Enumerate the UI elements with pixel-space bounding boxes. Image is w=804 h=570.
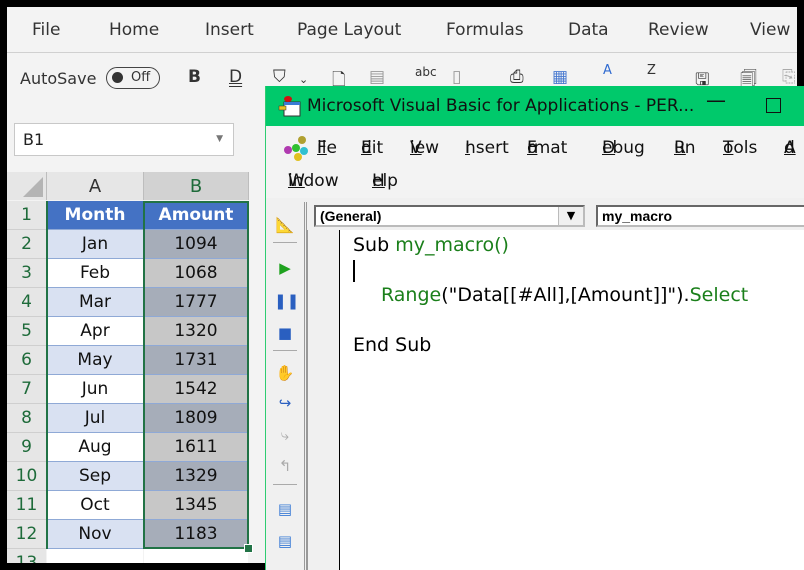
procedure-combo[interactable]: my_macro [596,205,804,227]
run-icon[interactable]: ▶ [274,257,296,279]
vba-title: Microsoft Visual Basic for Applications … [307,96,695,116]
immediate-window-icon[interactable]: ▤ [274,530,296,552]
autosave-state: Off [131,70,151,85]
row-header[interactable]: 9 [7,433,46,462]
clipboard-icon[interactable]: ⎙ [510,67,524,87]
tab-page-layout[interactable]: Page Layout [297,20,401,40]
double-underline-icon[interactable]: D [229,67,242,87]
cell-month[interactable]: Apr [47,317,143,346]
paste-icon[interactable]: ⎘ [782,67,796,87]
toolbar-separator [273,350,297,351]
sheet-icon[interactable]: ▯ [452,67,461,87]
row-header[interactable]: 1 [7,201,46,230]
name-box[interactable]: B1 ▼ [14,123,234,156]
selection-outline [143,201,249,549]
row-header[interactable]: 6 [7,346,46,375]
vba-app-icon [278,96,301,117]
cell-month[interactable]: Jan [47,230,143,259]
column-header-b[interactable]: B [144,172,249,200]
table-header-month[interactable]: Month [47,201,143,230]
row-header[interactable]: 2 [7,230,46,259]
design-mode-icon[interactable]: 📐 [274,214,296,236]
row-header[interactable]: 11 [7,491,46,520]
vba-title-bar: Microsoft Visual Basic for Applications … [266,86,804,126]
tab-view[interactable]: View [750,20,790,40]
tab-home[interactable]: Home [109,20,159,40]
cell-month[interactable]: May [47,346,143,375]
hand-icon[interactable]: ✋ [274,362,296,384]
row-header[interactable]: 7 [7,375,46,404]
maximize-button[interactable] [766,98,781,113]
cell-month[interactable]: Nov [47,520,143,549]
sort-az-icon[interactable]: A [603,63,612,78]
column-header-a[interactable]: A [47,172,144,200]
spelling-icon[interactable]: abc [415,65,437,79]
sort-za-icon[interactable]: Z [647,63,656,78]
procedure-combo-value: my_macro [602,208,673,224]
autosave-label: AutoSave [20,69,97,88]
debug-toolbar: 📐 ▶ ❚❚ ■ ✋ ↪ ⤷ ↰ ▤ ▤ [266,202,307,570]
chevron-down-icon[interactable]: ⌄ [299,73,308,86]
vba-editor-window: Microsoft Visual Basic for Applications … [265,86,804,570]
chevron-down-icon[interactable]: ▼ [216,134,223,144]
toggle-knob [112,72,123,83]
minimize-button[interactable]: — [706,88,726,112]
object-combo[interactable]: (General) ▼ [314,205,585,227]
code-line-3: Range("Data[[#All],[Amount]]").Select [381,284,749,306]
empty-cell[interactable] [144,549,248,563]
chevron-down-icon[interactable]: ▼ [558,207,583,225]
code-editor[interactable]: Sub my_macro() Range("Data[[#All],[Amoun… [307,230,804,570]
ribbon-tabs: File Home Insert Page Layout Formulas Da… [7,7,797,53]
bold-icon[interactable]: B [188,67,201,87]
row-header[interactable]: 12 [7,520,46,549]
row-header[interactable]: 4 [7,288,46,317]
code-line-5: End Sub [353,334,432,356]
row-header[interactable]: 8 [7,404,46,433]
form-icon[interactable]: ▤ [369,67,385,87]
fill-color-icon[interactable]: ⛉ [273,67,286,87]
table-left-border [46,201,48,549]
autosave-toggle[interactable]: Off [106,67,160,89]
cell-month[interactable]: Oct [47,491,143,520]
object-combo-value: (General) [320,208,382,224]
code-line-1: Sub my_macro() [353,234,509,256]
locals-window-icon[interactable]: ▤ [274,498,296,520]
table-format-icon[interactable]: ▦ [552,67,568,87]
stop-icon[interactable]: ■ [274,322,296,344]
pause-icon[interactable]: ❚❚ [274,290,299,312]
select-all-corner[interactable] [7,172,47,200]
cell-month[interactable]: Jul [47,404,143,433]
tab-insert[interactable]: Insert [205,20,254,40]
cell-month[interactable]: Mar [47,288,143,317]
row-header[interactable]: 5 [7,317,46,346]
tab-data[interactable]: Data [568,20,609,40]
toolbar-separator [273,484,297,485]
name-box-value: B1 [23,130,45,149]
text-caret [353,260,355,282]
empty-cell[interactable] [47,549,143,563]
code-margin[interactable] [308,230,340,570]
tab-file[interactable]: File [32,20,60,40]
toolbar-separator [273,242,297,243]
tab-formulas[interactable]: Formulas [446,20,524,40]
step-out-icon[interactable]: ↰ [274,455,296,477]
fill-handle[interactable] [244,544,253,553]
tab-review[interactable]: Review [648,20,709,40]
cell-month[interactable]: Sep [47,462,143,491]
step-over-icon[interactable]: ⤷ [274,424,296,446]
row-header[interactable]: 3 [7,259,46,288]
vba-project-icon[interactable] [282,134,310,162]
cell-month[interactable]: Jun [47,375,143,404]
cell-month[interactable]: Aug [47,433,143,462]
vba-menu-bar: File Edit View Insert Fo rmat Debug Run T… [266,126,804,198]
row-header[interactable]: 13 [7,549,46,563]
cell-month[interactable]: Feb [47,259,143,288]
step-into-icon[interactable]: ↪ [274,392,296,414]
row-header[interactable]: 10 [7,462,46,491]
